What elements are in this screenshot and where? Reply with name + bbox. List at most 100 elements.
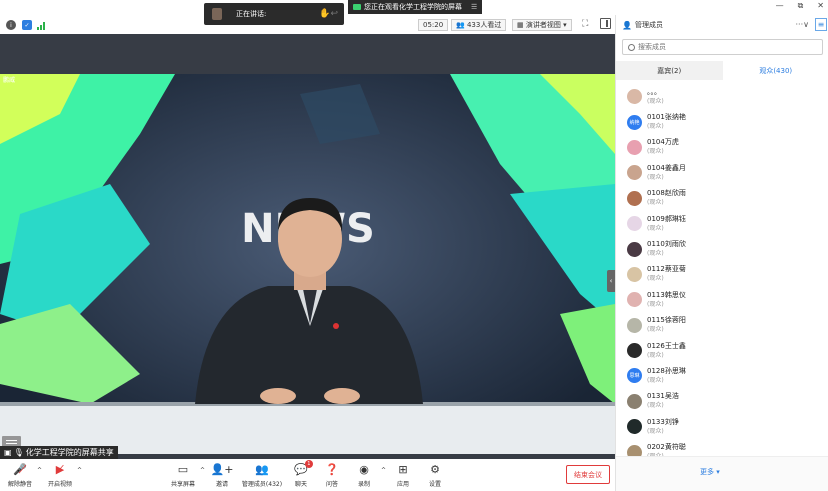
avatar xyxy=(627,393,642,409)
list-item[interactable]: 0112蔡亚菊 (观众) xyxy=(616,262,828,287)
video-overlay-tag: 鹏威 xyxy=(3,77,16,84)
member-role: (观众) xyxy=(647,250,664,258)
minimize-button[interactable]: — xyxy=(776,1,784,11)
meeting-timer: 05:20 xyxy=(418,19,449,31)
camera-off-icon: ▶̸ xyxy=(55,463,65,476)
member-meta: 0104姜鑫月 (观众) xyxy=(647,164,686,182)
avatar: 思琳 xyxy=(627,368,642,384)
member-meta: 0104万虎 (观众) xyxy=(647,138,679,156)
share-screen-label: 共享屏幕 xyxy=(170,481,195,488)
member-name: 0112蔡亚菊 xyxy=(647,265,686,274)
invite-button[interactable]: 👤+ 邀请 xyxy=(202,463,242,488)
start-video-button[interactable]: ▶̸ 开启视频 xyxy=(40,463,80,488)
bottom-toolbar: 🎤̸ 解除静音 ^ ▶̸ 开启视频 ^ ▭ 共享屏幕 ^ 👤+ 邀请 👥 管理成… xyxy=(0,459,615,491)
list-item[interactable]: 0104万虎 (观众) xyxy=(616,135,828,160)
video-stage: NEWS ‹ xyxy=(0,34,615,459)
avatar xyxy=(627,266,642,282)
avatar: 纳艳 xyxy=(627,114,642,130)
sidebar-toggle-icon[interactable] xyxy=(600,18,611,29)
list-item[interactable]: 0133刘铮 (观众) xyxy=(616,414,828,439)
unmute-label: 解除静音 xyxy=(7,481,32,488)
banner-menu-icon[interactable]: ☰ xyxy=(471,3,477,11)
video-options-caret[interactable]: ^ xyxy=(77,467,82,474)
tab-guests[interactable]: 嘉宾(2) xyxy=(616,61,723,80)
member-tabs: 嘉宾(2) 观众(430) xyxy=(616,61,828,80)
member-meta: 0101张纳艳 (观众) xyxy=(647,113,686,131)
member-meta: 0109郝琳钰 (观众) xyxy=(647,215,686,233)
search-icon xyxy=(628,43,635,51)
members-panel-title: 管理成员 xyxy=(634,21,663,29)
list-item[interactable]: 0110刘雨欣 (观众) xyxy=(616,236,828,261)
member-role: (观众) xyxy=(647,97,664,105)
fullscreen-icon[interactable]: ⛶ xyxy=(582,19,588,29)
list-item[interactable]: 思琳 0128孙思琳 (观众) xyxy=(616,363,828,388)
member-role: (观众) xyxy=(647,148,664,156)
close-button[interactable]: ✕ xyxy=(817,1,824,11)
member-list: 。。。 (观众) 纳艳 0101张纳艳 (观众) 0104万虎 (观众) 0104姜鑫月 (观众… xyxy=(616,84,828,456)
speaking-indicator: 正在讲话: ✋↩ xyxy=(204,3,344,25)
avatar xyxy=(627,419,642,435)
member-name: 0101张纳艳 xyxy=(647,113,686,122)
end-meeting-button[interactable]: 结束会议 xyxy=(566,465,610,484)
record-button[interactable]: ◉ 录制 xyxy=(344,463,384,488)
apps-label: 应用 xyxy=(396,481,409,488)
member-role: (观众) xyxy=(647,123,664,131)
layout-label: 演讲者视图 xyxy=(525,21,561,29)
qa-icon: ❓ xyxy=(325,463,339,476)
member-role: (观众) xyxy=(647,427,664,435)
window-controls: — ⧉ ✕ xyxy=(776,1,824,11)
viewing-banner: 您正在观看化学工程学院的屏幕 ☰ xyxy=(348,0,482,14)
member-name: 0128孙思琳 xyxy=(647,366,686,375)
more-options-icon[interactable]: ···∨ xyxy=(796,20,809,29)
unmute-button[interactable]: 🎤̸ 解除静音 xyxy=(0,463,40,488)
list-item[interactable]: 0109郝琳钰 (观众) xyxy=(616,211,828,236)
member-role: (观众) xyxy=(647,326,664,334)
list-item[interactable]: 纳艳 0101张纳艳 (观众) xyxy=(616,109,828,134)
mic-icon: 🎙 xyxy=(13,448,24,457)
search-input[interactable] xyxy=(638,43,818,51)
list-item[interactable]: 。。。 (观众) xyxy=(616,84,828,109)
member-search[interactable] xyxy=(622,39,823,55)
manage-members-button[interactable]: 👥 管理成员(432) xyxy=(240,463,284,488)
shield-icon[interactable]: ✓ xyxy=(22,20,32,30)
list-item[interactable]: 0131吴浩 (观众) xyxy=(616,389,828,414)
speaking-label: 正在讲话: xyxy=(236,10,267,18)
member-name: 0108赵欣雨 xyxy=(647,189,686,198)
member-role: (观众) xyxy=(647,199,664,207)
list-item[interactable]: 0108赵欣雨 (观众) xyxy=(616,186,828,211)
member-role: (观众) xyxy=(647,173,664,181)
list-item[interactable]: 0126王士鑫 (观众) xyxy=(616,338,828,363)
members-panel: 👤 管理成员 ···∨ ≡ 嘉宾(2) 观众(430) 。。。(观众)纳艳010… xyxy=(615,15,828,491)
signal-icon[interactable] xyxy=(37,21,45,30)
layout-dropdown[interactable]: ▦ 演讲者视图 ▾ xyxy=(512,19,572,31)
list-item[interactable]: 0115徐蓉阳 (观众) xyxy=(616,313,828,338)
avatar xyxy=(627,216,642,232)
viewers-count[interactable]: 👥 433人看过 xyxy=(451,19,507,31)
restore-button[interactable]: ⧉ xyxy=(798,1,804,11)
list-item[interactable]: 0104姜鑫月 (观众) xyxy=(616,160,828,185)
info-icon[interactable]: i xyxy=(6,20,16,30)
member-meta: 0133刘铮 (观众) xyxy=(647,418,679,436)
member-name: 0104万虎 xyxy=(647,138,679,147)
share-screen-button[interactable]: ▭ 共享屏幕 xyxy=(163,463,203,488)
more-members-button[interactable]: 更多 ▾ xyxy=(700,467,720,477)
list-item[interactable]: 0202黄符聪(观众) xyxy=(616,439,828,456)
hands-icon: ✋↩ xyxy=(319,9,338,19)
panel-footer xyxy=(616,456,828,491)
tab-audience[interactable]: 观众(430) xyxy=(722,61,828,80)
shared-screen-video: NEWS xyxy=(0,74,615,454)
member-role: (观众) xyxy=(647,224,664,232)
chat-label: 聊天 xyxy=(294,481,307,488)
share-screen-icon: ▭ xyxy=(177,463,189,476)
panel-menu-icon[interactable]: ≡ xyxy=(815,18,827,31)
avatar xyxy=(627,317,642,333)
camera-icon xyxy=(353,4,361,10)
member-name: 0104姜鑫月 xyxy=(647,163,686,172)
qa-label: 问答 xyxy=(325,481,338,488)
collapse-panel-icon[interactable]: ‹ xyxy=(607,270,615,292)
settings-icon: ⚙ xyxy=(430,463,440,476)
viewers-count-text: 433人看过 xyxy=(466,21,502,29)
list-item[interactable]: 0113韩思仪 (观众) xyxy=(616,287,828,312)
member-meta: 0202黄符聪(观众) xyxy=(647,443,686,456)
settings-button[interactable]: ⚙ 设置 xyxy=(415,463,455,488)
